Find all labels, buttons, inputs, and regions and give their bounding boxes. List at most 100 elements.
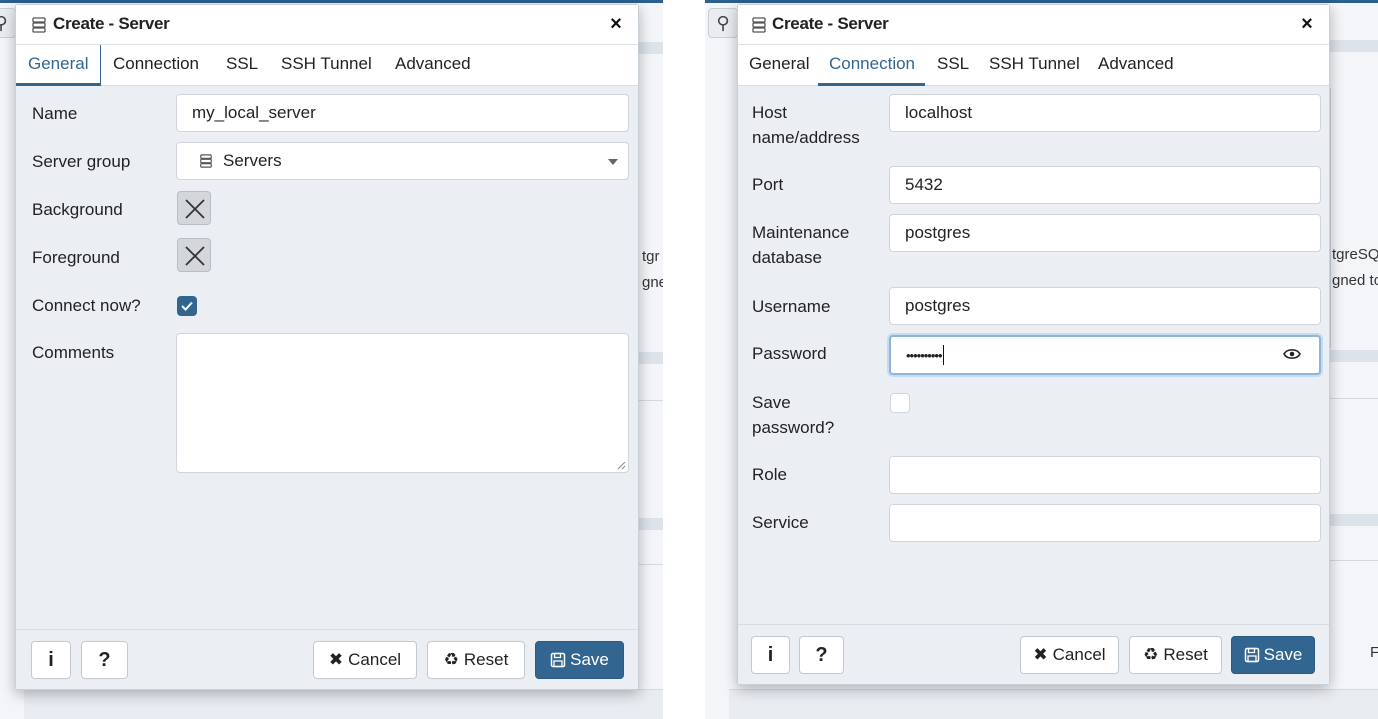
reset-button[interactable]: ♻ Reset — [1129, 636, 1222, 674]
info-button[interactable]: i — [751, 636, 790, 674]
tab-ssl[interactable]: SSL — [226, 45, 258, 85]
background-text-fragment: gne — [642, 274, 663, 291]
tab-general[interactable]: General — [28, 45, 88, 85]
background-divider — [639, 400, 663, 401]
cancel-button[interactable]: ✖ Cancel — [313, 641, 417, 679]
resize-handle-icon[interactable] — [616, 460, 626, 470]
host-label-line1: Host — [752, 103, 787, 122]
background-color-picker[interactable] — [177, 191, 211, 225]
tab-bar: General Connection SSL SSH Tunnel Advanc… — [738, 45, 1329, 86]
background-strip — [1330, 350, 1378, 362]
tab-bar: General Connection SSL SSH Tunnel Advanc… — [16, 45, 638, 86]
comments-label: Comments — [32, 343, 115, 362]
connect-now-checkbox[interactable] — [177, 296, 197, 316]
name-input-value: my_local_server — [192, 103, 316, 122]
server-group-label: Server group — [32, 152, 131, 171]
maintenance-db-input[interactable]: postgres — [889, 214, 1321, 252]
password-input[interactable]: •••••••••• — [889, 335, 1321, 375]
tab-advanced[interactable]: Advanced — [1098, 45, 1174, 85]
comments-textarea[interactable] — [176, 333, 629, 473]
service-input[interactable] — [889, 504, 1321, 542]
port-label: Port — [752, 175, 784, 194]
tab-ssh-tunnel[interactable]: SSH Tunnel — [281, 45, 372, 85]
background-strip — [639, 518, 663, 530]
save-password-checkbox[interactable] — [890, 393, 910, 413]
background-text-fragment: F — [1370, 644, 1378, 661]
maintenance-db-label-line2: database — [752, 248, 822, 267]
server-group-select[interactable]: Servers — [176, 142, 629, 180]
help-button[interactable]: ? — [799, 636, 844, 674]
dialog-title: Create - Server — [53, 14, 170, 33]
reset-button[interactable]: ♻ Reset — [427, 641, 525, 679]
info-icon: i — [767, 643, 774, 666]
background-divider — [639, 564, 663, 565]
username-label: Username — [752, 297, 831, 316]
tab-general[interactable]: General — [749, 45, 809, 85]
background-bottom-bar — [24, 689, 663, 719]
active-tab-indicator — [16, 83, 101, 86]
tab-connection[interactable]: Connection — [829, 45, 915, 85]
tab-ssh-tunnel[interactable]: SSH Tunnel — [989, 45, 1080, 85]
eye-icon[interactable] — [1283, 347, 1301, 361]
tab-advanced[interactable]: Advanced — [395, 45, 471, 85]
create-server-dialog-general: Create - Server × General Connection SSL… — [15, 4, 639, 690]
close-icon[interactable]: × — [606, 13, 626, 35]
reset-button-label: Reset — [1163, 645, 1208, 664]
connect-now-label: Connect now? — [32, 296, 141, 315]
info-icon: i — [48, 648, 54, 671]
username-input[interactable]: postgres — [889, 287, 1321, 325]
maintenance-db-label-line1: Maintenance — [752, 223, 850, 242]
role-label: Role — [752, 465, 787, 484]
tab-connection[interactable]: Connection — [113, 45, 199, 85]
host-input[interactable]: localhost — [889, 94, 1321, 132]
background-bottom-bar — [729, 689, 1378, 719]
server-group-value: Servers — [223, 151, 282, 170]
close-icon[interactable]: × — [1297, 13, 1317, 35]
chevron-down-icon — [608, 159, 618, 165]
help-icon: ? — [98, 648, 111, 671]
no-color-x-icon — [185, 246, 205, 266]
name-label: Name — [32, 104, 78, 123]
save-button-label: Save — [1263, 645, 1303, 664]
background-strip — [1330, 40, 1378, 52]
tab-ssl[interactable]: SSL — [937, 45, 969, 85]
foreground-color-picker[interactable] — [177, 238, 211, 272]
recycle-icon: ♻ — [443, 650, 459, 669]
save-password-label-line2: password? — [752, 418, 835, 437]
background-text-fragment: tgr — [642, 248, 660, 265]
background-strip — [1330, 514, 1378, 526]
search-icon[interactable]: ⚲ — [708, 8, 738, 38]
host-input-value: localhost — [905, 103, 973, 122]
username-input-value: postgres — [905, 296, 971, 315]
foreground-color-label: Foreground — [32, 248, 120, 267]
save-password-label-line1: Save — [752, 393, 791, 412]
dialog-footer: i ? ✖ Cancel ♻ Reset Save — [16, 629, 638, 689]
port-input[interactable]: 5432 — [889, 166, 1321, 204]
checkmark-icon — [181, 301, 193, 311]
save-button[interactable]: Save — [1231, 636, 1315, 674]
search-icon[interactable]: ⚲ — [0, 8, 16, 38]
background-divider — [1330, 560, 1378, 561]
cancel-button-label: Cancel — [348, 650, 402, 669]
no-color-x-icon — [185, 199, 205, 219]
save-button[interactable]: Save — [535, 641, 624, 679]
service-label: Service — [752, 513, 809, 532]
maintenance-db-value: postgres — [905, 223, 971, 242]
x-icon: ✖ — [1033, 645, 1048, 664]
background-color-label: Background — [32, 200, 123, 219]
tab-separator — [100, 45, 101, 85]
dialog-header: Create - Server × — [16, 5, 638, 45]
name-input[interactable]: my_local_server — [176, 94, 629, 132]
save-disk-icon — [1244, 647, 1259, 663]
dialog-title: Create - Server — [772, 14, 889, 33]
password-input-value: •••••••••• — [906, 347, 943, 363]
cancel-button[interactable]: ✖ Cancel — [1020, 636, 1119, 674]
help-button[interactable]: ? — [81, 641, 128, 679]
dialog-header: Create - Server × — [738, 5, 1329, 45]
save-password-label: Save password? — [752, 390, 834, 440]
info-button[interactable]: i — [31, 641, 71, 679]
background-text-fragment: gned to — [1332, 272, 1378, 289]
recycle-icon: ♻ — [1143, 645, 1159, 664]
role-input[interactable] — [889, 456, 1321, 494]
save-button-label: Save — [570, 650, 609, 669]
